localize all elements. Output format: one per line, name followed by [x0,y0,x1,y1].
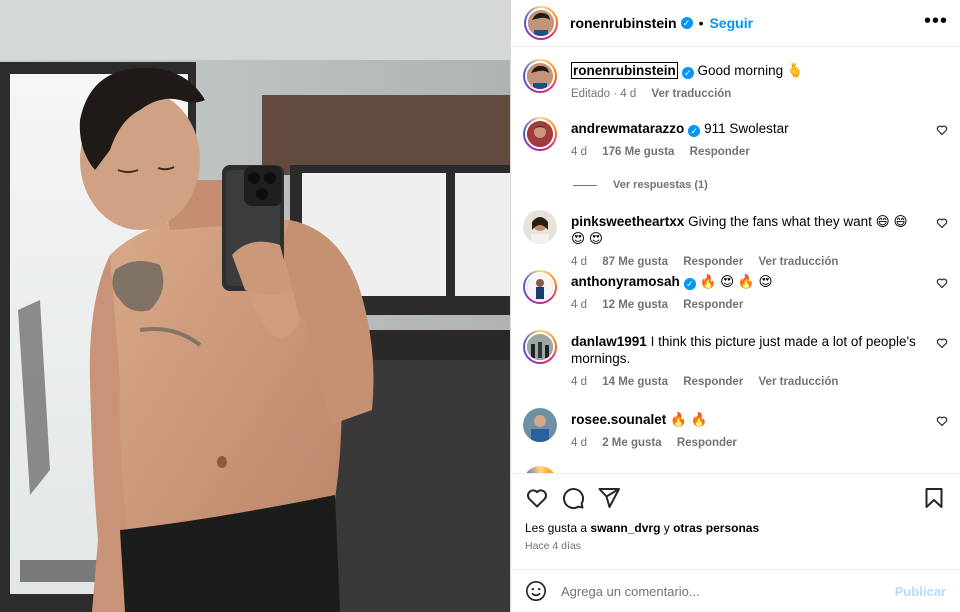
comment-reply-button[interactable]: Responder [683,376,743,388]
post-photo-image [0,0,510,612]
view-replies-label: Ver respuestas (1) [613,179,708,191]
comment-avatar[interactable] [523,270,557,304]
caption-item: ronenrubinstein ✓ Good morning 🫰 Editado … [523,59,948,103]
comment-item: rosee.sounalet 🔥 🔥 4 d 2 Me gusta Respon… [523,408,948,452]
comment-icon[interactable] [561,486,585,510]
comment-translate-link[interactable]: Ver traducción [759,376,839,388]
heart-icon[interactable] [525,486,549,510]
comment-username[interactable]: rosee.sounalet [571,412,666,427]
likes-middle: y [660,521,674,535]
caption-avatar[interactable] [523,59,557,93]
replies-divider [573,184,597,186]
comment-item: andrewmatarazzo ✓ 911 Swolestar 4 d 176 M… [523,117,948,161]
post-panel: ronenrubinstein ✓ • Seguir ••• ronenrubi… [510,0,960,612]
verified-icon: ✓ [683,278,696,290]
author-avatar[interactable] [524,6,558,40]
add-comment-bar: Publicar [511,569,960,612]
comment-text: 🔥 😍 🔥 😍 [699,274,773,289]
comment-input[interactable] [561,583,895,599]
comment-likes[interactable]: 2 Me gusta [602,437,661,449]
likes-summary[interactable]: Les gusta a swann_dvrg y otras personas [525,521,946,535]
heart-icon[interactable] [936,124,948,136]
comment-item: pinksweetheartxx Giving the fans what th… [523,210,948,271]
caption-translate-link[interactable]: Ver traducción [651,88,731,100]
publish-button[interactable]: Publicar [895,584,946,599]
comment-translate-link[interactable]: Ver traducción [759,256,839,268]
likes-others[interactable]: otras personas [673,521,759,535]
comment-avatar[interactable] [523,117,557,151]
comment-text: 🔥 🔥 [670,412,708,427]
more-icon[interactable]: ••• [924,10,948,33]
post-photo[interactable] [0,0,510,612]
comment-time: 4 d [571,437,587,449]
comment-avatar-partial[interactable] [523,466,557,473]
comment-avatar[interactable] [523,210,557,244]
comment-reply-button[interactable]: Responder [683,299,743,311]
comments-list[interactable]: ronenrubinstein ✓ Good morning 🫰 Editado … [511,48,960,474]
comment-username[interactable]: pinksweetheartxx [571,214,684,229]
comment-item: danlaw1991 I think this picture just mad… [523,330,948,391]
header-separator: • [698,15,704,31]
author-username[interactable]: ronenrubinstein [570,15,677,31]
post-time-ago: Hace 4 días [525,540,582,552]
comment-avatar[interactable] [523,408,557,442]
likes-user[interactable]: swann_dvrg [590,521,660,535]
emoji-icon[interactable] [525,580,547,602]
heart-icon[interactable] [936,277,948,289]
verified-icon: ✓ [681,67,694,79]
comment-reply-button[interactable]: Responder [683,256,743,268]
post-actions: Les gusta a swann_dvrg y otras personas … [511,475,960,569]
comment-time: 4 d [571,376,587,388]
share-icon[interactable] [597,486,621,510]
comment-username[interactable]: danlaw1991 [571,334,647,349]
comment-likes[interactable]: 14 Me gusta [602,376,668,388]
caption-edited: Editado · 4 d [571,88,637,100]
comment-likes[interactable]: 176 Me gusta [602,146,674,158]
caption-text: Good morning 🫰 [697,63,804,78]
view-replies-button[interactable]: Ver respuestas (1) [573,179,708,191]
follow-button[interactable]: Seguir [709,15,753,31]
comment-username[interactable]: andrewmatarazzo [571,121,684,136]
verified-icon: ✓ [688,125,701,137]
comment-reply-button[interactable]: Responder [677,437,737,449]
comment-username[interactable]: anthonyramosah [571,274,680,289]
comment-time: 4 d [571,256,587,268]
action-icons [525,475,946,521]
verified-icon: ✓ [680,17,693,29]
comment-item: anthonyramosah ✓ 🔥 😍 🔥 😍 4 d 12 Me gusta … [523,270,948,314]
comment-time: 4 d [571,146,587,158]
comment-text: 911 Swolestar [704,121,789,136]
bookmark-icon[interactable] [922,486,946,510]
comment-likes[interactable]: 87 Me gusta [602,256,668,268]
heart-icon[interactable] [936,217,948,229]
comment-reply-button[interactable]: Responder [690,146,750,158]
post-header: ronenrubinstein ✓ • Seguir ••• [511,0,960,47]
comment-likes[interactable]: 12 Me gusta [602,299,668,311]
heart-icon[interactable] [936,337,948,349]
likes-prefix: Les gusta a [525,521,591,535]
comment-time: 4 d [571,299,587,311]
comment-avatar[interactable] [523,330,557,364]
post-container: ronenrubinstein ✓ • Seguir ••• ronenrubi… [0,0,960,612]
heart-icon[interactable] [936,415,948,427]
caption-username[interactable]: ronenrubinstein [571,62,678,79]
